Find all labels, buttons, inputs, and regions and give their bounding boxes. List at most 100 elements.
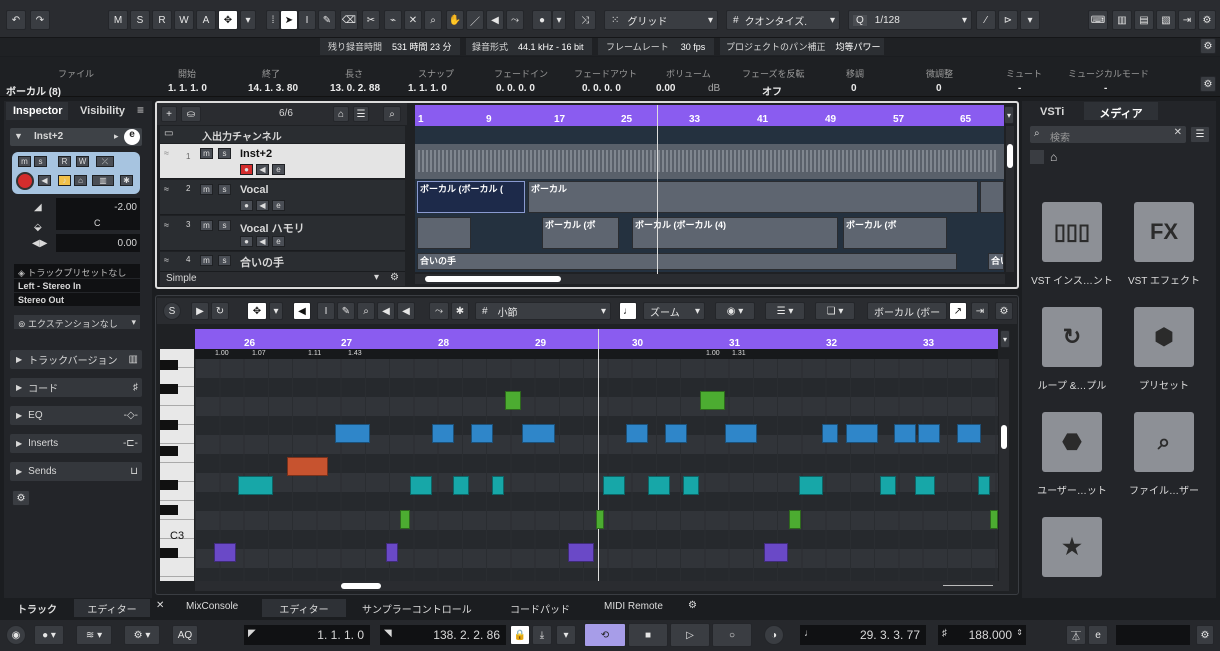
list-options-icon[interactable]: ☰ ▾	[765, 302, 805, 320]
input-routing[interactable]: Left - Stereo In	[14, 279, 140, 292]
chevron-down-icon[interactable]: ▾	[556, 625, 576, 645]
editor-gear-icon[interactable]: ⚙	[995, 302, 1013, 320]
solo-button[interactable]: s	[34, 156, 47, 167]
presets-tile[interactable]: ⬢	[1134, 307, 1194, 367]
project-vscroll[interactable]	[1006, 126, 1014, 272]
midi-note[interactable]	[432, 424, 454, 443]
home-icon[interactable]: ⌂	[1050, 150, 1057, 164]
left-locator-display[interactable]: ◤ 1. 1. 1. 0	[244, 625, 370, 645]
track-header-vocal[interactable]: ≈ 2 m s Vocal ● ◀ e	[160, 180, 405, 215]
vocal-clip-selected[interactable]: ボーカル (ボーカル (	[417, 181, 525, 213]
midi-note[interactable]	[522, 424, 555, 443]
info-mute-value[interactable]: -	[1018, 83, 1021, 94]
midi-note[interactable]	[894, 424, 916, 443]
mute-button[interactable]: m	[200, 220, 213, 231]
auto-quantize-button[interactable]: AQ	[172, 625, 198, 645]
snap-mode-icon[interactable]: ✥	[247, 302, 267, 320]
scrub-tool-icon[interactable]: ◀	[397, 302, 415, 320]
black-key[interactable]	[160, 480, 178, 490]
clear-icon[interactable]: ✕	[1174, 127, 1182, 138]
time-warp-icon[interactable]: ⤳	[506, 10, 524, 30]
favorites-tile[interactable]: ★	[1042, 517, 1102, 577]
folder-icon[interactable]: ⌂	[333, 106, 349, 122]
keyboard-icon[interactable]: ⌨	[1088, 10, 1108, 30]
chevron-down-icon[interactable]: ▾	[1020, 10, 1040, 30]
midi-port-icon[interactable]: ⚙ ▾	[124, 625, 160, 645]
auto-scroll-icon[interactable]: ⤨	[574, 10, 596, 30]
edit-instrument-icon[interactable]: e	[124, 129, 140, 145]
solo-button[interactable]: s	[218, 148, 231, 159]
midi-note[interactable]	[568, 543, 594, 562]
metronome-source-icon[interactable]: ◑	[764, 625, 784, 645]
solo-mode-button[interactable]: S	[130, 10, 150, 30]
midi-note[interactable]	[335, 424, 370, 443]
hand-tool-icon[interactable]: ✋	[446, 10, 464, 30]
metronome-icon[interactable]: ⏄	[1066, 625, 1086, 645]
note-length-icon[interactable]: ♩	[619, 302, 637, 320]
section-inserts[interactable]: ▶ Inserts -⊏-	[10, 434, 142, 453]
midi-note[interactable]	[915, 476, 935, 495]
midi-note[interactable]	[492, 476, 504, 495]
black-key[interactable]	[160, 505, 178, 515]
tab-midi-remote[interactable]: MIDI Remote	[604, 601, 663, 612]
tab-vsti[interactable]: VSTi	[1040, 106, 1064, 118]
midi-note[interactable]	[822, 424, 838, 443]
record-enable-button[interactable]: ●	[240, 200, 253, 211]
inspector-gear-icon[interactable]: ⚙	[12, 490, 30, 506]
quantize-apply-icon[interactable]: ⊳	[998, 10, 1018, 30]
close-icon[interactable]: ✕	[156, 600, 164, 611]
tempo-display[interactable]: ♯ 188.000 ⇕	[938, 625, 1026, 645]
solo-button[interactable]: s	[218, 220, 231, 231]
midi-note[interactable]	[626, 424, 648, 443]
cycle-button[interactable]: ⟲	[584, 623, 626, 647]
midi-note[interactable]	[978, 476, 990, 495]
midi-note[interactable]	[603, 476, 625, 495]
lanes-icon[interactable]: ▥	[92, 175, 114, 186]
black-key[interactable]	[160, 384, 178, 394]
mute-button[interactable]: m	[200, 184, 213, 195]
track-name-bar[interactable]: ▼ Inst+2 ▸ e	[10, 128, 142, 146]
line-tool-icon[interactable]: ／	[466, 10, 484, 30]
editor-grid-select[interactable]: # 小節 ▾	[475, 302, 611, 320]
mute-mode-button[interactable]: M	[108, 10, 128, 30]
record-enable-button[interactable]: ●	[240, 164, 253, 175]
midi-note[interactable]	[957, 424, 981, 443]
grid-type-select[interactable]: ⁙ グリッド ▾	[604, 10, 718, 30]
view-mode-label[interactable]: Simple	[166, 273, 197, 284]
record-enable-button[interactable]	[16, 172, 34, 190]
stepper-icon[interactable]: ⇕	[1016, 628, 1023, 637]
folder-track[interactable]: ▭ 入出力チャンネル	[160, 126, 405, 143]
ruler-chevron-icon[interactable]: ▾	[1004, 106, 1014, 124]
iterative-quantize-icon[interactable]: ⁄	[976, 10, 996, 30]
midi-note[interactable]	[453, 476, 469, 495]
quantize-value-select[interactable]: Q 1/128 ▾	[848, 10, 972, 30]
info-musical-value[interactable]: -	[1104, 83, 1107, 94]
editor-playhead[interactable]	[598, 329, 599, 581]
solo-button[interactable]: s	[218, 255, 231, 266]
erase-tool-icon[interactable]: ⌫	[340, 10, 358, 30]
tab-mixconsole[interactable]: MixConsole	[186, 601, 238, 612]
editor-ruler[interactable]	[195, 329, 998, 349]
scroll-thumb[interactable]	[425, 276, 561, 282]
tab-visibility[interactable]: Visibility	[80, 105, 125, 117]
playhead-cursor[interactable]	[657, 105, 658, 275]
zoom-tool-icon[interactable]: ⌕	[424, 10, 442, 30]
info-fadeout-value[interactable]: 0. 0. 0. 0	[582, 83, 621, 94]
edit-icon[interactable]: e	[272, 200, 285, 211]
midi-note[interactable]	[799, 476, 823, 495]
read-button[interactable]: R	[58, 156, 71, 167]
midi-note[interactable]	[596, 510, 604, 529]
inspector-menu-icon[interactable]: ≡	[137, 103, 144, 117]
zoom-select[interactable]: ズーム ▾	[643, 302, 705, 320]
tab-editor[interactable]: エディター	[262, 599, 346, 617]
info-volume-value[interactable]: 0.00	[656, 83, 675, 94]
media-search-input[interactable]: ⌕ 検索 ✕	[1030, 126, 1186, 144]
black-key[interactable]	[160, 420, 178, 430]
track-header-ainote[interactable]: ≈ 4 m s 合いの手	[160, 252, 405, 272]
harmony-clip[interactable]: ボーカル (ボ	[542, 217, 619, 249]
midi-note[interactable]	[918, 424, 940, 443]
section-sends[interactable]: ▶ Sends ⊔	[10, 462, 142, 481]
layers-icon[interactable]: ❏ ▾	[815, 302, 855, 320]
info-phase-value[interactable]: オフ	[762, 83, 782, 98]
loop-icon[interactable]: ↻	[211, 302, 229, 320]
